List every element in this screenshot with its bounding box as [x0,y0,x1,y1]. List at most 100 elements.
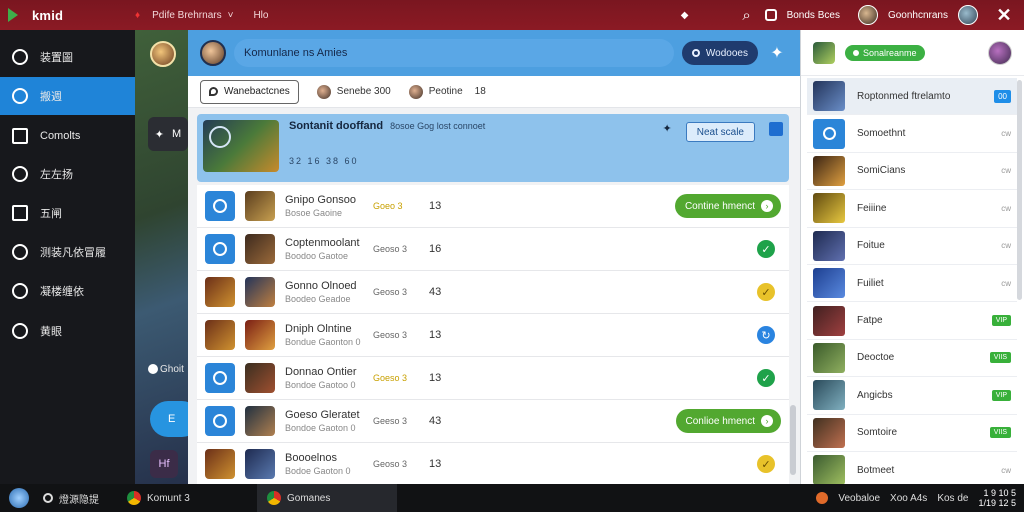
tool-icon [12,323,28,339]
tray-label-2[interactable]: Xoo A4s [890,493,927,504]
tray-icon[interactable] [816,492,829,504]
tray-label-3[interactable]: Kos de [937,493,968,504]
list-item[interactable]: Feiiine cw [807,190,1017,228]
check-status-icon[interactable]: ✓ [757,240,775,258]
list-item[interactable]: Deoctoe VIIS [807,340,1017,378]
list-item[interactable]: Fatpe VIP [807,302,1017,340]
arrow-right-icon: › [761,415,773,427]
featured-action-button[interactable]: Neat scale [685,122,755,142]
app-logo[interactable]: kmid [0,8,135,23]
filter-chip-2[interactable]: Peotine 18 [408,84,486,99]
panel-header: Komunlane ns Amies Wodooes ✦ [188,30,800,76]
taskbar-task-2[interactable]: Gomanes [257,484,397,512]
table-row[interactable]: Gnipo Gonsoo Bosoe Gaoine Goeo 3 13 Contine … [197,185,789,228]
taskbar-task-1[interactable]: Komunt 3 [117,484,257,512]
row-name: Goeso Gleratet [285,409,360,421]
filter-chip-1[interactable]: Senebe 300 [316,84,391,99]
list-item-thumbnail [813,193,845,224]
panel-avatar[interactable] [200,40,226,66]
row-thumbnail [245,406,275,436]
filter-search[interactable]: Wanebactcnes [200,79,299,104]
continue-button[interactable]: Conlioe hmenct › [675,409,781,433]
sidebar-item-7[interactable]: 黄眼 [0,312,135,350]
list-item[interactable]: Somoethnt cw [807,115,1017,153]
sidebar-item-2[interactable]: Comolts [0,117,135,155]
system-tray: Veobaloe Xoo A4s Kos de 1 9 10 5 1/19 12… [816,488,1024,508]
title-bar: kmid ♦ Pdife Brehrnars ˅ Hlo ◆ ⌕ Bonds B… [0,0,1024,30]
sidebar-item-3[interactable]: 左左扬 [0,155,135,193]
list-item-tag: cw [1001,166,1011,176]
chevron-down-icon[interactable]: ˅ [228,10,234,21]
continue-button-label: Conlioe hmenct [685,415,755,427]
filter-search-label: Wanebactcnes [224,86,290,97]
list-item[interactable]: SomiCians cw [807,153,1017,191]
filter-avatar [316,84,331,99]
row-text: Coptenmoolant Boodoo Gaotoe [285,237,373,261]
background-chip[interactable]: ✦ M [148,117,188,151]
featured-thumbnail [203,120,279,172]
row-subtitle: Bodoe Gaoton 0 [285,466,351,476]
featured-body: Sontanit dooffand 8osoe Gog lost connoet… [289,120,663,176]
user-name[interactable]: Goonhcnrans [888,10,948,21]
list-item-tag: cw [1001,278,1011,288]
clock[interactable]: 1 9 10 5 1/19 12 5 [978,488,1016,508]
panel-title[interactable]: Komunlane ns Amies [234,39,674,67]
lock-icon[interactable] [764,9,777,21]
list-scrollbar[interactable] [790,405,796,475]
table-row[interactable]: Goeso Gleratet Bondoe Gaoton 0 Geeso 3 43 Co… [197,400,789,443]
sidebar-item-5[interactable]: 测装凡依冒履 [0,233,135,271]
right-panel-avatar[interactable] [988,40,1012,65]
profile-avatar[interactable] [958,5,978,25]
panel-header-button[interactable]: Wodooes [681,41,758,65]
ghost-icon [148,364,158,374]
list-item[interactable]: Somtoire VIIS [807,415,1017,452]
continue-button[interactable]: Contine hmenct › [674,194,781,218]
sidebar-item-label: 测装凡依冒履 [40,247,106,259]
taskbar-start-label[interactable]: 燈源隐提 [59,491,99,506]
row-subtitle: Bondue Gaonton 0 [285,337,361,347]
sparkle-icon[interactable]: ✦ [766,43,788,63]
filter-chip-1-label: Senebe 300 [336,86,391,97]
game-icon [205,320,235,350]
list-item[interactable]: Foitue cw [807,228,1017,265]
featured-item[interactable]: Sontanit dooffand 8osoe Gog lost connoet… [197,114,789,182]
sidebar-item-1[interactable]: 搬週 [0,77,135,115]
notification-label[interactable]: Bonds Bces [787,10,840,21]
square-icon[interactable] [769,122,783,136]
star-icon[interactable]: ✦ [663,122,672,135]
clock-date: 1/19 12 5 [978,498,1016,508]
sidebar-item-0[interactable]: 装置圖 [0,38,135,76]
list-item[interactable]: Fuiliet cw [807,265,1017,303]
sync-status-icon[interactable]: ↻ [757,326,775,344]
table-row[interactable]: Dniph Olntine Bondue Gaonton 0 Geoso 3 13 ↻ [197,314,789,357]
close-icon[interactable]: ✕ [996,5,1012,25]
background-chip-label: M [172,128,182,140]
user-avatar[interactable] [857,5,878,25]
table-row[interactable]: Donnao Ontier Bondoe Gaotoo 0 Goeso 3 13 ✓ [197,357,789,400]
tray-label-1[interactable]: Veobaloe [838,493,880,504]
search-icon[interactable]: ⌕ [739,7,755,24]
start-button[interactable] [9,488,29,508]
row-text: Boooelnos Bodoe Gaoton 0 [285,452,373,476]
sidebar-item-6[interactable]: 凝楼缠依 [0,272,135,310]
game-icon [205,277,235,307]
table-row[interactable]: Gonno Olnoed Boodeo Geadoe Geoso 3 43 ✓ [197,271,789,314]
row-text: Goeso Gleratet Bondoe Gaoton 0 [285,409,373,433]
table-row[interactable]: Coptenmoolant Boodoo Gaotoe Geoso 3 16 ✓ [197,228,789,271]
diamond-icon[interactable]: ◆ [677,7,693,23]
background-square-button[interactable]: Hf [150,450,178,478]
top-search[interactable]: Pdife Brehrnars ˅ Hlo [152,10,268,21]
check-status-icon[interactable]: ✓ [757,283,775,301]
featured-actions: ✦ Neat scale [663,120,783,176]
list-item-tag: VIP [991,315,1011,327]
table-row[interactable]: Boooelnos Bodoe Gaoton 0 Geoso 3 13 ✓ [197,443,789,484]
sidebar-item-4[interactable]: 五闸 [0,194,135,232]
list-item[interactable]: Angicbs VIP [807,377,1017,415]
list-item-label: Deoctoe [857,352,895,364]
check-status-icon[interactable]: ✓ [757,455,775,473]
right-panel-badge-label: Sonalreanme [863,47,917,58]
right-panel-badge[interactable]: Sonalreanme [845,44,925,61]
check-status-icon[interactable]: ✓ [757,369,775,387]
right-scrollbar[interactable] [1017,80,1022,300]
list-item[interactable]: Roptonmed ftrelamto 00 [807,78,1017,116]
